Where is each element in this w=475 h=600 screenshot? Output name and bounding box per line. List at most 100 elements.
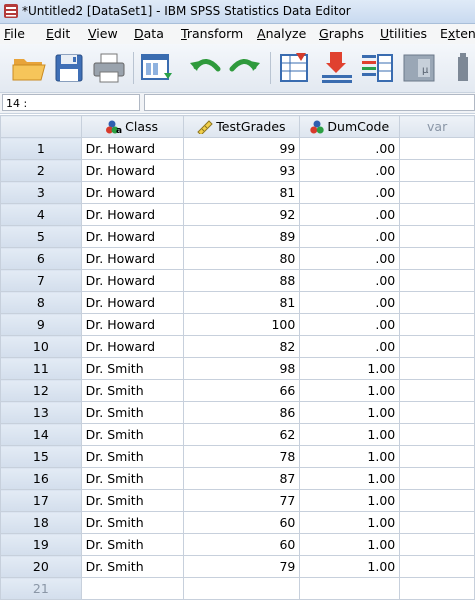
cell-empty[interactable] xyxy=(399,511,475,534)
row-number[interactable]: 5 xyxy=(0,225,82,248)
cell-testgrades[interactable]: 92 xyxy=(182,203,301,226)
column-header-testgrades[interactable]: TestGrades xyxy=(182,115,301,138)
row-number[interactable]: 1 xyxy=(0,137,82,160)
cell-testgrades[interactable]: 79 xyxy=(182,555,301,578)
goto-variable-icon[interactable] xyxy=(318,49,356,87)
row-number[interactable]: 8 xyxy=(0,291,82,314)
menu-edit[interactable]: Edit xyxy=(46,26,70,41)
table-row[interactable]: 13 Dr. Smith 86 1.00 xyxy=(0,401,475,424)
cell-dumcode[interactable]: .00 xyxy=(299,335,401,358)
cell-dumcode[interactable]: .00 xyxy=(299,291,401,314)
cell-dumcode[interactable]: .00 xyxy=(299,225,401,248)
cell-dumcode[interactable]: .00 xyxy=(299,269,401,292)
cell-class[interactable]: Dr. Howard xyxy=(80,313,184,336)
goto-case-icon[interactable] xyxy=(276,49,314,87)
cell-testgrades[interactable]: 62 xyxy=(182,423,301,446)
table-row[interactable]: 1 Dr. Howard 99.00 xyxy=(0,137,475,160)
row-number[interactable]: 7 xyxy=(0,269,82,292)
cell-empty[interactable] xyxy=(399,555,475,578)
row-number[interactable]: 12 xyxy=(0,379,82,402)
cell-class[interactable]: Dr. Smith xyxy=(80,533,184,556)
cell-class[interactable]: Dr. Smith xyxy=(80,489,184,512)
open-folder-icon[interactable] xyxy=(10,49,48,87)
row-number[interactable]: 16 xyxy=(0,467,82,490)
row-number[interactable]: 15 xyxy=(0,445,82,468)
table-row-empty[interactable]: 21 xyxy=(0,577,475,600)
cell-empty[interactable] xyxy=(399,335,475,358)
table-row[interactable]: 15 Dr. Smith 78 1.00 xyxy=(0,445,475,468)
cell-empty[interactable] xyxy=(399,489,475,512)
cell-class[interactable]: Dr. Smith xyxy=(80,511,184,534)
row-number[interactable]: 20 xyxy=(0,555,82,578)
cell-class[interactable]: Dr. Smith xyxy=(80,467,184,490)
table-row[interactable]: 20 Dr. Smith 79 1.00 xyxy=(0,555,475,578)
cell-value-input[interactable] xyxy=(144,94,475,111)
cell-empty[interactable] xyxy=(299,577,401,600)
cell-dumcode[interactable]: 1.00 xyxy=(299,555,401,578)
cell-dumcode[interactable]: 1.00 xyxy=(299,357,401,380)
cell-class[interactable]: Dr. Howard xyxy=(80,291,184,314)
cell-testgrades[interactable]: 81 xyxy=(182,291,301,314)
cell-testgrades[interactable]: 89 xyxy=(182,225,301,248)
cell-dumcode[interactable]: 1.00 xyxy=(299,467,401,490)
cell-class[interactable]: Dr. Smith xyxy=(80,379,184,402)
row-number[interactable]: 4 xyxy=(0,203,82,226)
row-number[interactable]: 9 xyxy=(0,313,82,336)
cell-testgrades[interactable]: 60 xyxy=(182,533,301,556)
cell-class[interactable]: Dr. Smith xyxy=(80,445,184,468)
cell-class[interactable]: Dr. Howard xyxy=(80,247,184,270)
table-row[interactable]: 9 Dr. Howard 100.00 xyxy=(0,313,475,336)
table-row[interactable]: 11 Dr. Smith 98 1.00 xyxy=(0,357,475,380)
cell-empty[interactable] xyxy=(399,445,475,468)
cell-empty[interactable] xyxy=(399,577,475,600)
table-row[interactable]: 6 Dr. Howard 80.00 xyxy=(0,247,475,270)
cell-class[interactable]: Dr. Howard xyxy=(80,181,184,204)
cell-empty[interactable] xyxy=(399,269,475,292)
cell-empty[interactable] xyxy=(399,379,475,402)
table-row[interactable]: 4 Dr. Howard 92.00 xyxy=(0,203,475,226)
table-row[interactable]: 19 Dr. Smith 60 1.00 xyxy=(0,533,475,556)
row-number[interactable]: 11 xyxy=(0,357,82,380)
cell-dumcode[interactable]: .00 xyxy=(299,247,401,270)
cell-empty[interactable] xyxy=(399,313,475,336)
menu-extensions[interactable]: Extens xyxy=(440,26,475,41)
cell-empty[interactable] xyxy=(399,357,475,380)
cell-dumcode[interactable]: 1.00 xyxy=(299,511,401,534)
column-header-class[interactable]: a Class xyxy=(80,115,184,138)
cell-dumcode[interactable]: 1.00 xyxy=(299,401,401,424)
cell-empty[interactable] xyxy=(399,401,475,424)
save-icon[interactable] xyxy=(50,49,88,87)
print-icon[interactable] xyxy=(90,49,128,87)
cell-dumcode[interactable]: 1.00 xyxy=(299,533,401,556)
table-row[interactable]: 18 Dr. Smith 60 1.00 xyxy=(0,511,475,534)
cell-empty[interactable] xyxy=(182,577,301,600)
row-number[interactable]: 3 xyxy=(0,181,82,204)
cell-empty[interactable] xyxy=(399,181,475,204)
cell-dumcode[interactable]: 1.00 xyxy=(299,379,401,402)
cell-testgrades[interactable]: 93 xyxy=(182,159,301,182)
cell-empty[interactable] xyxy=(399,247,475,270)
cell-empty[interactable] xyxy=(399,225,475,248)
row-number[interactable]: 19 xyxy=(0,533,82,556)
cell-class[interactable]: Dr. Howard xyxy=(80,159,184,182)
cell-empty[interactable] xyxy=(399,203,475,226)
cell-class[interactable]: Dr. Smith xyxy=(80,401,184,424)
cell-class[interactable]: Dr. Howard xyxy=(80,225,184,248)
spss-app-icon[interactable] xyxy=(4,4,18,18)
cell-testgrades[interactable]: 86 xyxy=(182,401,301,424)
cell-dumcode[interactable]: .00 xyxy=(299,181,401,204)
row-number[interactable]: 14 xyxy=(0,423,82,446)
cell-empty[interactable] xyxy=(80,577,184,600)
recall-dialog-icon[interactable] xyxy=(138,49,176,87)
cell-testgrades[interactable]: 60 xyxy=(182,511,301,534)
menu-graphs[interactable]: Graphs xyxy=(319,26,364,41)
cell-class[interactable]: Dr. Howard xyxy=(80,203,184,226)
cell-dumcode[interactable]: .00 xyxy=(299,203,401,226)
menu-analyze[interactable]: Analyze xyxy=(257,26,306,41)
table-row[interactable]: 5 Dr. Howard 89.00 xyxy=(0,225,475,248)
cell-testgrades[interactable]: 82 xyxy=(182,335,301,358)
table-row[interactable]: 12 Dr. Smith 66 1.00 xyxy=(0,379,475,402)
table-row[interactable]: 14 Dr. Smith 62 1.00 xyxy=(0,423,475,446)
menu-data[interactable]: Data xyxy=(134,26,164,41)
cell-testgrades[interactable]: 100 xyxy=(182,313,301,336)
